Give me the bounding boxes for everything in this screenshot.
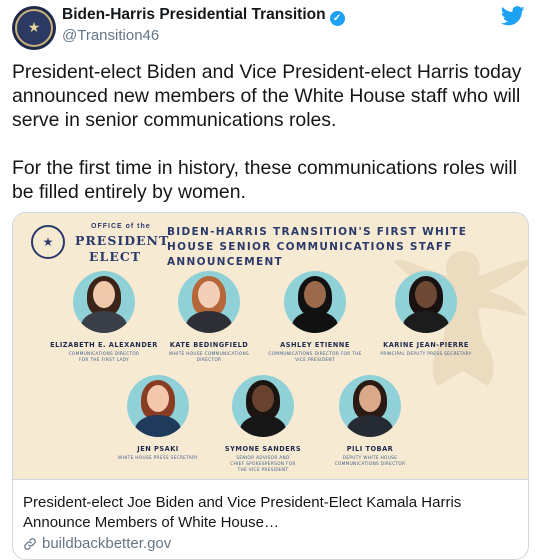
portrait [73, 271, 135, 333]
portrait [339, 375, 401, 437]
account-display-name[interactable]: Biden-Harris Presidential Transition ✓ [62, 6, 345, 26]
staff-role: DEPUTY WHITE HOUSE COMMUNICATIONS DIRECT… [334, 456, 406, 467]
staff-member: PILI TOBAR DEPUTY WHITE HOUSE COMMUNICAT… [310, 375, 430, 468]
display-name-text[interactable]: Biden-Harris Presidential Transition [62, 6, 326, 23]
staff-name: KARINE JEAN-PIERRE [383, 341, 469, 349]
staff-member: ELIZABETH E. ALEXANDER COMMUNICATIONS DI… [44, 271, 164, 364]
card-link-text[interactable]: buildbackbetter.gov [42, 535, 171, 552]
office-of-label: OFFICE of the [91, 223, 151, 230]
staff-name: JEN PSAKI [137, 445, 179, 453]
staff-name: PILI TOBAR [346, 445, 394, 453]
account-handle[interactable]: @Transition46 [62, 27, 159, 44]
president-label: PRESIDENT [75, 233, 170, 248]
link-preview-card[interactable]: ★ OFFICE of the PRESIDENT ELECT BIDEN-HA… [12, 212, 529, 560]
portrait [178, 271, 240, 333]
staff-role: COMMUNICATIONS DIRECTOR FOR THE VICE PRE… [268, 352, 362, 363]
card-divider [13, 479, 528, 480]
staff-role: PRINCIPAL DEPUTY PRESS SECRETARY [380, 352, 472, 357]
portrait [232, 375, 294, 437]
verified-badge-icon: ✓ [329, 11, 345, 26]
elect-label: ELECT [89, 249, 142, 264]
announcement-headline: BIDEN-HARRIS TRANSITION'S FIRST WHITE HO… [167, 226, 468, 268]
staff-name: SYMONE SANDERS [224, 445, 302, 453]
staff-member: JEN PSAKI WHITE HOUSE PRESS SECRETARY [98, 375, 218, 462]
card-title[interactable]: President-elect Joe Biden and Vice Presi… [23, 493, 518, 533]
staff-name: ASHLEY ETIENNE [280, 341, 350, 349]
portrait [127, 375, 189, 437]
staff-member: KARINE JEAN-PIERRE PRINCIPAL DEPUTY PRES… [366, 271, 486, 358]
account-seal-icon: ★ [15, 9, 53, 47]
account-avatar[interactable]: ★ [12, 6, 56, 50]
tweet-paragraph: President-elect Biden and Vice President… [12, 61, 522, 131]
staff-member: SYMONE SANDERS SENIOR ADVISOR AND CHIEF … [203, 375, 323, 474]
card-image[interactable]: ★ OFFICE of the PRESIDENT ELECT BIDEN-HA… [13, 213, 528, 479]
staff-role: WHITE HOUSE PRESS SECRETARY [118, 456, 198, 461]
twitter-bird-icon[interactable] [501, 6, 525, 26]
staff-role: WHITE HOUSE COMMUNICATIONS DIRECTOR [168, 352, 250, 363]
card-link[interactable]: buildbackbetter.gov [23, 535, 171, 552]
staff-member: ASHLEY ETIENNE COMMUNICATIONS DIRECTOR F… [255, 271, 375, 364]
tweet-header: ★ Biden-Harris Presidential Transition ✓ … [0, 0, 539, 56]
staff-name: KATE BEDINGFIELD [169, 341, 249, 349]
link-icon [24, 537, 36, 550]
portrait [395, 271, 457, 333]
staff-name: ELIZABETH E. ALEXANDER [50, 341, 158, 349]
office-of-president-elect-logo: ★ OFFICE of the PRESIDENT ELECT [31, 223, 168, 269]
staff-role: COMMUNICATIONS DIRECTOR FOR THE FIRST LA… [68, 352, 140, 363]
staff-role: SENIOR ADVISOR AND CHIEF SPOKESPERSON FO… [230, 456, 296, 473]
presidential-seal-icon: ★ [31, 225, 65, 259]
portrait [284, 271, 346, 333]
tweet-text: President-elect Biden and Vice President… [12, 60, 527, 204]
staff-member: KATE BEDINGFIELD WHITE HOUSE COMMUNICATI… [149, 271, 269, 364]
tweet-paragraph: For the first time in history, these com… [12, 157, 518, 203]
